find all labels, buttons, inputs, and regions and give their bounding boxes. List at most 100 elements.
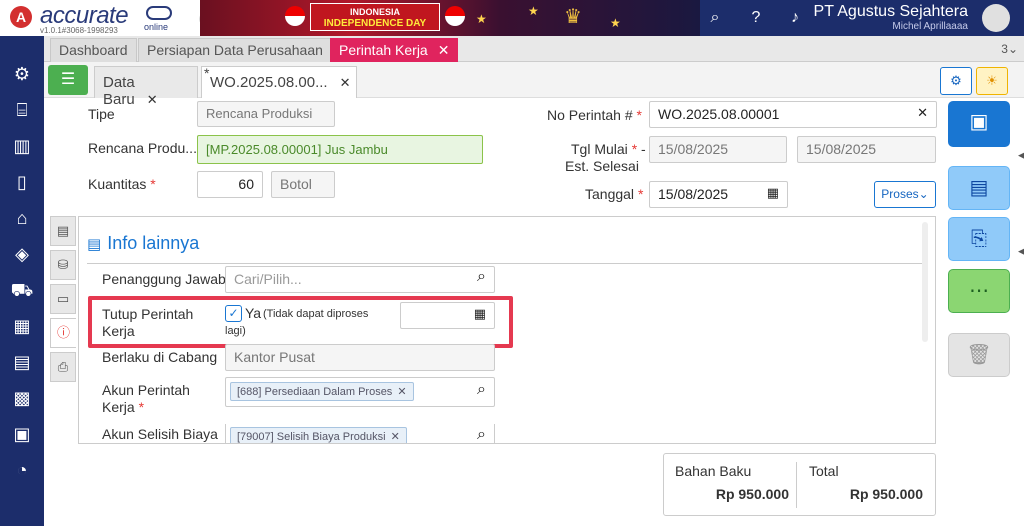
bank-icon[interactable]: ⌂: [10, 206, 34, 230]
more-actions-button[interactable]: ⋯: [948, 269, 1010, 313]
cash-register-icon[interactable]: ⌸: [10, 98, 34, 122]
settings-button[interactable]: ⚙: [940, 67, 972, 95]
tanggal-value: 15/08/2025: [658, 186, 729, 202]
search-icon[interactable]: ⌕: [477, 268, 486, 286]
tab-print-icon[interactable]: ⎙: [50, 352, 76, 382]
divider: [796, 462, 797, 508]
kuantitas-label-text: Kuantitas: [88, 176, 147, 192]
penanggung-jawab-input[interactable]: Cari/Pilih... ⌕: [225, 266, 495, 293]
proses-button[interactable]: Proses⌄: [874, 181, 936, 208]
dash-separator: -: [641, 141, 646, 157]
tab-dashboard[interactable]: Dashboard: [50, 38, 137, 62]
search-icon[interactable]: ⌕: [477, 381, 486, 399]
rencana-field[interactable]: [MP.2025.08.00001] Jus Jambu: [197, 135, 483, 164]
factory-icon[interactable]: ▩: [10, 386, 34, 410]
subtab-data-baru[interactable]: Data Baru ✕: [94, 66, 198, 108]
selisih-chip: [79007] Selisih Biaya Produksi ✕: [230, 427, 407, 443]
highlight-box: [88, 296, 513, 348]
cabang-field: Kantor Pusat: [225, 344, 495, 371]
pj-placeholder: Cari/Pilih...: [234, 271, 302, 287]
required-marker: *: [150, 176, 156, 192]
no-perintah-input[interactable]: WO.2025.08.00001 ✕: [649, 101, 937, 128]
tgl-mulai-label-text: Tgl Mulai: [571, 141, 628, 157]
help-icon[interactable]: ?: [744, 6, 768, 30]
remove-chip-icon[interactable]: ✕: [397, 386, 406, 398]
tab-count[interactable]: 3⌄: [1001, 42, 1018, 56]
close-icon[interactable]: ✕: [438, 42, 450, 58]
independence-day-badge: INDONESIA INDEPENDENCE DAY: [310, 3, 440, 31]
calendar-icon[interactable]: ▦: [767, 185, 779, 201]
no-perintah-value: WO.2025.08.00001: [658, 106, 780, 122]
book-icon[interactable]: ▯: [10, 170, 34, 194]
bell-icon[interactable]: ♪: [783, 6, 807, 30]
sub-tab-bar: ☰ Data Baru ✕ * WO.2025.08.00... ✕ ⚙ ☀: [44, 62, 1024, 108]
avatar[interactable]: [982, 4, 1010, 32]
sidebar: ⚙ ⌸ ▥ ▯ ⌂ ◈ ⛟ ▦ ▤ ▩ ▣ ◔: [0, 36, 44, 526]
purchase-cart-icon[interactable]: ▦: [10, 314, 34, 338]
save-button[interactable]: ▣: [948, 101, 1010, 147]
akun-chip-text: [688] Persediaan Dalam Proses: [237, 386, 393, 398]
main-tab-bar: Dashboard Persiapan Data Perusahaan Peri…: [44, 36, 1024, 62]
tips-bulb-button[interactable]: ☀: [976, 67, 1008, 95]
attachment-button[interactable]: ⎘: [948, 217, 1010, 261]
inventory-icon[interactable]: ▤: [10, 350, 34, 374]
tanggal-input[interactable]: 15/08/2025 ▦: [649, 181, 788, 208]
company-name[interactable]: PT Agustus Sejahtera: [814, 3, 968, 21]
panel-scrollbar[interactable]: [922, 222, 928, 342]
document-menu-button[interactable]: ▤: [948, 166, 1010, 210]
tab-perintah-kerja[interactable]: Perintah Kerja ✕: [330, 38, 459, 62]
required-marker: *: [631, 141, 638, 157]
arrow-left-icon[interactable]: ◀: [1018, 246, 1024, 260]
banner-line2: INDEPENDENCE DAY: [323, 18, 427, 29]
tax-icon[interactable]: ▣: [10, 422, 34, 446]
list-view-button[interactable]: ☰: [48, 65, 88, 95]
subtab-wo[interactable]: * WO.2025.08.00... ✕: [201, 65, 357, 98]
unit-field[interactable]: Botol: [271, 171, 335, 198]
tab-label: Perintah Kerja: [339, 42, 428, 58]
garuda-icon: ♛: [564, 6, 582, 28]
close-icon[interactable]: ✕: [340, 75, 351, 90]
selisih-label: Akun Selisih Biaya: [102, 426, 218, 442]
kuantitas-input[interactable]: 60: [197, 171, 263, 198]
top-bar: A accurate online v1.0.1#3068-1998293 IN…: [0, 0, 1024, 36]
tipe-field: Rencana Produksi: [197, 101, 335, 127]
close-icon[interactable]: ✕: [147, 92, 158, 107]
cloud-icon: [146, 6, 172, 20]
tab-material-icon[interactable]: ⛁: [50, 250, 76, 280]
arrow-left-icon[interactable]: ◀: [1018, 150, 1024, 164]
panel-title-text: Info lainnya: [107, 233, 200, 253]
document-icon: ▤: [87, 236, 102, 253]
search-icon[interactable]: ⌕: [703, 6, 727, 30]
building-icon[interactable]: ▥: [10, 134, 34, 158]
app-version: v1.0.1#3068-1998293: [40, 26, 118, 35]
report-chart-icon[interactable]: ◔: [10, 458, 34, 482]
search-icon[interactable]: ⌕: [477, 426, 486, 443]
user-name[interactable]: Michel Aprillaaaa: [892, 21, 968, 32]
akun-label-1: Akun Perintah: [102, 382, 190, 398]
tab-detail-icon[interactable]: ▤: [50, 216, 76, 246]
subtab-label: WO.2025.08.00...: [210, 74, 328, 91]
akun-chip: [688] Persediaan Dalam Proses ✕: [230, 382, 414, 401]
akun-selisih-input[interactable]: [79007] Selisih Biaya Produksi ✕ ⌕: [225, 424, 495, 443]
akun-perintah-input[interactable]: [688] Persediaan Dalam Proses ✕ ⌕: [225, 377, 495, 407]
tab-persiapan-data[interactable]: Persiapan Data Perusahaan: [138, 38, 332, 62]
tanggal-label-text: Tanggal: [585, 186, 635, 202]
no-perintah-label-text: No Perintah #: [547, 107, 633, 123]
accurate-logo-icon[interactable]: A: [10, 6, 32, 28]
clear-icon[interactable]: ✕: [917, 105, 928, 121]
star-icon: ★: [528, 4, 539, 18]
cart-icon[interactable]: ⛟: [10, 278, 34, 302]
star-icon: ★: [610, 16, 621, 30]
required-marker: *: [138, 399, 145, 415]
settings-icon[interactable]: ⚙: [10, 62, 34, 86]
flag-icon: [285, 6, 305, 26]
selisih-chip-text: [79007] Selisih Biaya Produksi: [237, 431, 386, 443]
delete-button[interactable]: 🗑: [948, 333, 1010, 377]
tab-box-icon[interactable]: ▭: [50, 284, 76, 314]
remove-chip-icon[interactable]: ✕: [391, 431, 400, 443]
akun-label-2: Kerja *: [102, 399, 144, 415]
akun-label-2-text: Kerja: [102, 399, 135, 415]
sales-bag-icon[interactable]: ◈: [10, 242, 34, 266]
tab-info-icon[interactable]: ⓘ: [50, 318, 76, 348]
tanggal-label: Tanggal *: [585, 186, 643, 202]
